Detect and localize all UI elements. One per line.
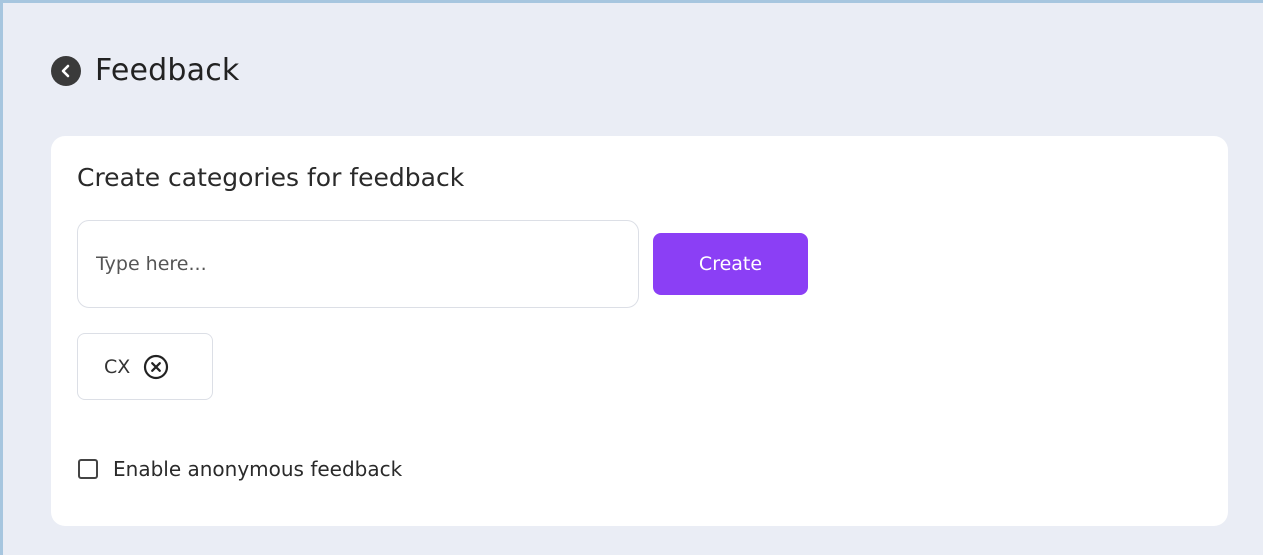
page-header: Feedback [51,53,239,88]
page-title: Feedback [95,53,240,88]
chevron-left-icon [61,64,70,77]
categories-card: Create categories for feedback Create CX… [51,136,1228,526]
create-button[interactable]: Create [653,233,808,295]
back-button[interactable] [51,55,81,86]
category-input[interactable] [78,221,638,307]
anonymous-feedback-checkbox[interactable] [78,459,98,479]
category-input-wrapper [77,220,639,308]
anonymous-feedback-label: Enable anonymous feedback [113,457,403,481]
category-chip-label: CX [104,355,131,378]
anonymous-feedback-option[interactable]: Enable anonymous feedback [78,457,402,481]
card-title: Create categories for feedback [77,163,465,192]
app-frame: Feedback Create categories for feedback … [0,0,1263,555]
remove-category-button[interactable] [142,353,170,381]
close-circle-icon [144,354,169,379]
category-chip: CX [77,333,213,400]
